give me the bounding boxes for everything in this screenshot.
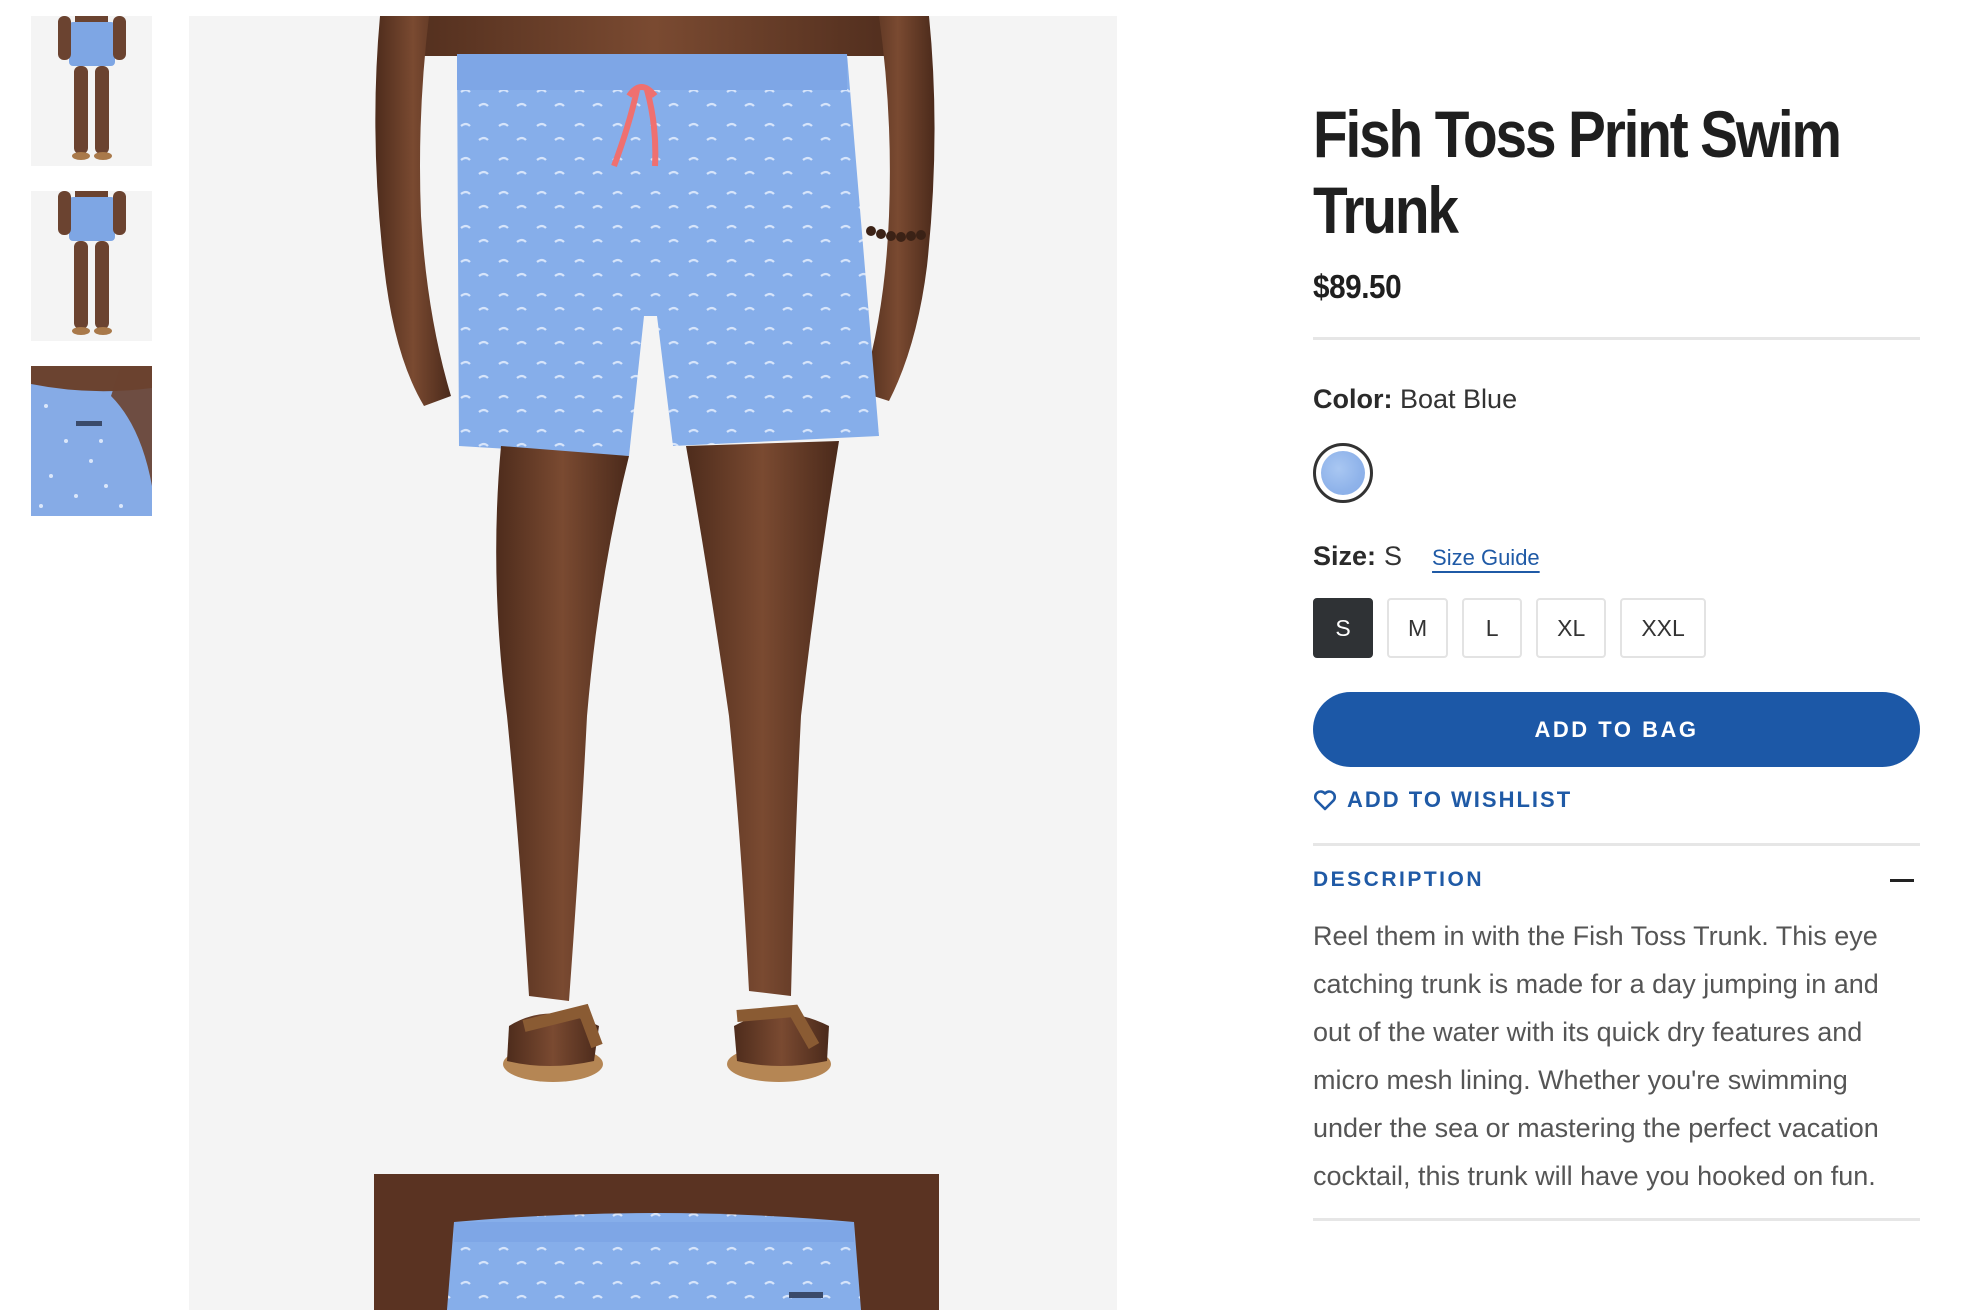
model-illustration [189, 16, 1117, 1156]
color-swatch-boat-blue[interactable] [1313, 443, 1373, 503]
size-guide-link[interactable]: Size Guide [1432, 545, 1540, 571]
minus-icon[interactable] [1890, 878, 1914, 882]
product-price: $89.50 [1313, 268, 1402, 305]
thumbnail-back-image [31, 191, 152, 341]
thumbnail-detail[interactable] [31, 366, 152, 516]
size-option-m[interactable]: M [1387, 598, 1449, 658]
divider [1313, 1218, 1920, 1221]
description-header[interactable]: DESCRIPTION [1313, 868, 1920, 892]
heart-outline-icon [1313, 790, 1337, 811]
secondary-image-illustration [189, 1174, 1117, 1310]
divider [1313, 337, 1920, 340]
description-text: Reel them in with the Fish Toss Trunk. T… [1313, 921, 1879, 1191]
product-main-image[interactable] [189, 16, 1117, 1156]
add-to-bag-button[interactable]: ADD TO BAG [1313, 692, 1920, 767]
thumbnail-front[interactable] [31, 16, 152, 166]
thumbnail-detail-image [31, 366, 152, 516]
product-secondary-image[interactable] [189, 1174, 1117, 1310]
product-title: Fish Toss Print Swim Trunk [1313, 97, 1842, 247]
size-option-l[interactable]: L [1462, 598, 1523, 658]
image-divider [189, 1156, 1117, 1176]
size-value: S [1384, 541, 1403, 571]
thumbnail-front-image [31, 16, 152, 166]
color-row: Color: Boat Blue [1313, 384, 1920, 415]
size-option-xxl[interactable]: XXL [1620, 598, 1706, 658]
color-label: Color: [1313, 384, 1393, 414]
size-option-xl[interactable]: XL [1536, 598, 1607, 658]
thumbnail-back[interactable] [31, 191, 152, 341]
color-value: Boat Blue [1400, 384, 1518, 414]
swatch-fill [1321, 451, 1365, 495]
size-label: Size: [1313, 541, 1377, 571]
size-row: Size: S Size Guide [1313, 541, 1920, 572]
size-options: S M L XL XXL [1313, 598, 1920, 658]
description-title: DESCRIPTION [1313, 868, 1485, 891]
product-info-panel: Fish Toss Print Swim Trunk $89.50 Color:… [1313, 96, 1920, 1221]
add-to-wishlist-button[interactable]: ADD TO WISHLIST [1313, 787, 1920, 813]
divider [1313, 843, 1920, 846]
product-image-gallery [189, 16, 1117, 1310]
size-option-s[interactable]: S [1313, 598, 1373, 658]
add-to-wishlist-label: ADD TO WISHLIST [1347, 787, 1573, 812]
